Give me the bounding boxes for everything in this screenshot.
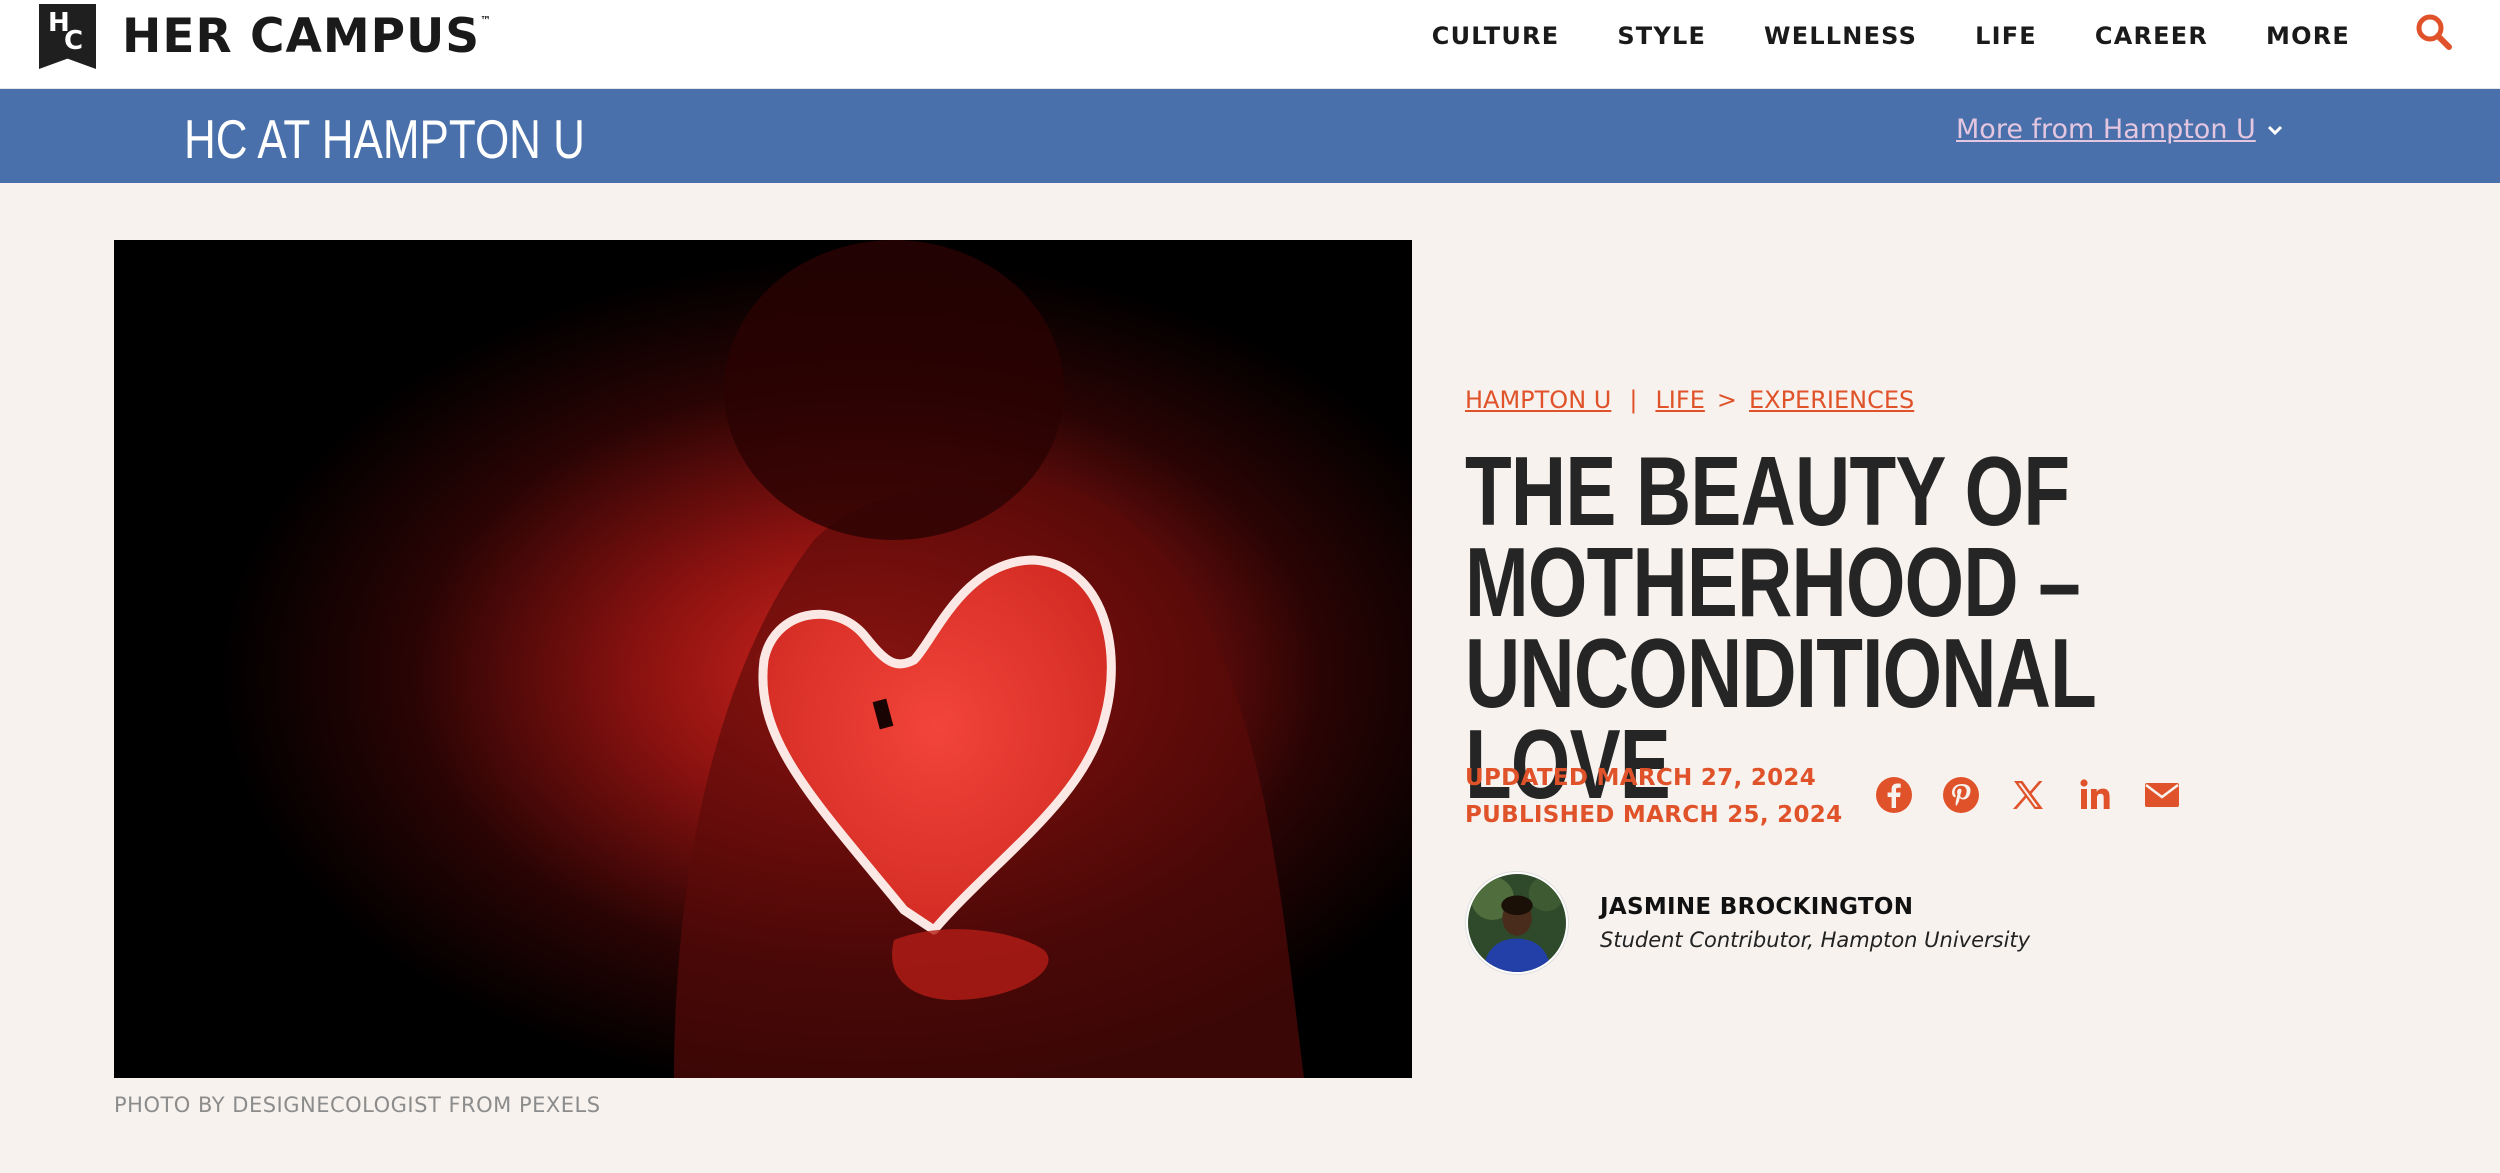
nav-item-career[interactable]: CAREER — [2095, 22, 2208, 50]
author-photo — [1468, 874, 1566, 972]
search-icon — [2416, 14, 2452, 50]
published-date: PUBLISHED MARCH 25, 2024 — [1465, 802, 1843, 828]
nav-item-style[interactable]: STYLE — [1617, 22, 1706, 50]
x-icon[interactable] — [2008, 775, 2048, 815]
breadcrumb-arrow: > — [1716, 386, 1737, 414]
facebook-icon[interactable] — [1874, 775, 1914, 815]
main-menu: CULTURE STYLE WELLNESS LIFE CAREER MORE — [1374, 0, 2350, 72]
author-byline[interactable]: JASMINE BROCKINGTON Student Contributor,… — [1466, 872, 2030, 974]
email-icon[interactable] — [2142, 775, 2182, 815]
hc-logo-icon: H C — [39, 4, 96, 69]
top-navigation: H C HER CAMPUS™ CULTURE STYLE WELLNESS L… — [0, 0, 2500, 89]
article-title: THE BEAUTY OF MOTHERHOOD – UNCONDITIONAL… — [1465, 436, 2095, 819]
breadcrumb-separator: | — [1629, 386, 1638, 414]
author-name[interactable]: JASMINE BROCKINGTON — [1600, 894, 2030, 920]
nav-item-wellness[interactable]: WELLNESS — [1764, 22, 1917, 50]
photo-caption: PHOTO BY DESIGNECOLOGIST FROM PEXELS — [114, 1093, 601, 1117]
breadcrumb-chapter[interactable]: HAMPTON U — [1465, 386, 1611, 414]
neon-heart-photo — [114, 240, 1412, 1078]
author-avatar[interactable] — [1466, 872, 1568, 974]
linkedin-icon[interactable] — [2075, 775, 2115, 815]
article-dates: UPDATED MARCH 27, 2024 PUBLISHED MARCH 2… — [1465, 760, 1842, 834]
breadcrumb: HAMPTON U | LIFE > EXPERIENCES — [1465, 386, 1914, 414]
her-campus-logo[interactable]: H C HER CAMPUS™ — [39, 4, 491, 69]
breadcrumb-subsection[interactable]: EXPERIENCES — [1749, 386, 1914, 414]
pinterest-icon[interactable] — [1941, 775, 1981, 815]
chevron-down-icon — [2267, 125, 2282, 135]
logo-wordmark: HER CAMPUS™ — [122, 9, 492, 64]
more-from-chapter-dropdown[interactable]: More from Hampton U — [1956, 114, 2284, 145]
hero-image — [114, 240, 1412, 1078]
nav-item-life[interactable]: LIFE — [1975, 22, 2037, 50]
nav-item-more[interactable]: MORE — [2266, 22, 2350, 50]
search-button[interactable] — [2414, 12, 2454, 52]
author-info: JASMINE BROCKINGTON Student Contributor,… — [1600, 894, 2030, 952]
share-buttons — [1874, 775, 2209, 815]
author-role: Student Contributor, Hampton University — [1600, 928, 2031, 952]
more-from-label: More from Hampton U — [1956, 114, 2256, 145]
nav-item-culture[interactable]: CULTURE — [1432, 22, 1560, 50]
updated-date: UPDATED MARCH 27, 2024 — [1465, 765, 1817, 791]
breadcrumb-section[interactable]: LIFE — [1655, 386, 1704, 414]
chapter-title[interactable]: HC AT HAMPTON U — [184, 107, 585, 171]
